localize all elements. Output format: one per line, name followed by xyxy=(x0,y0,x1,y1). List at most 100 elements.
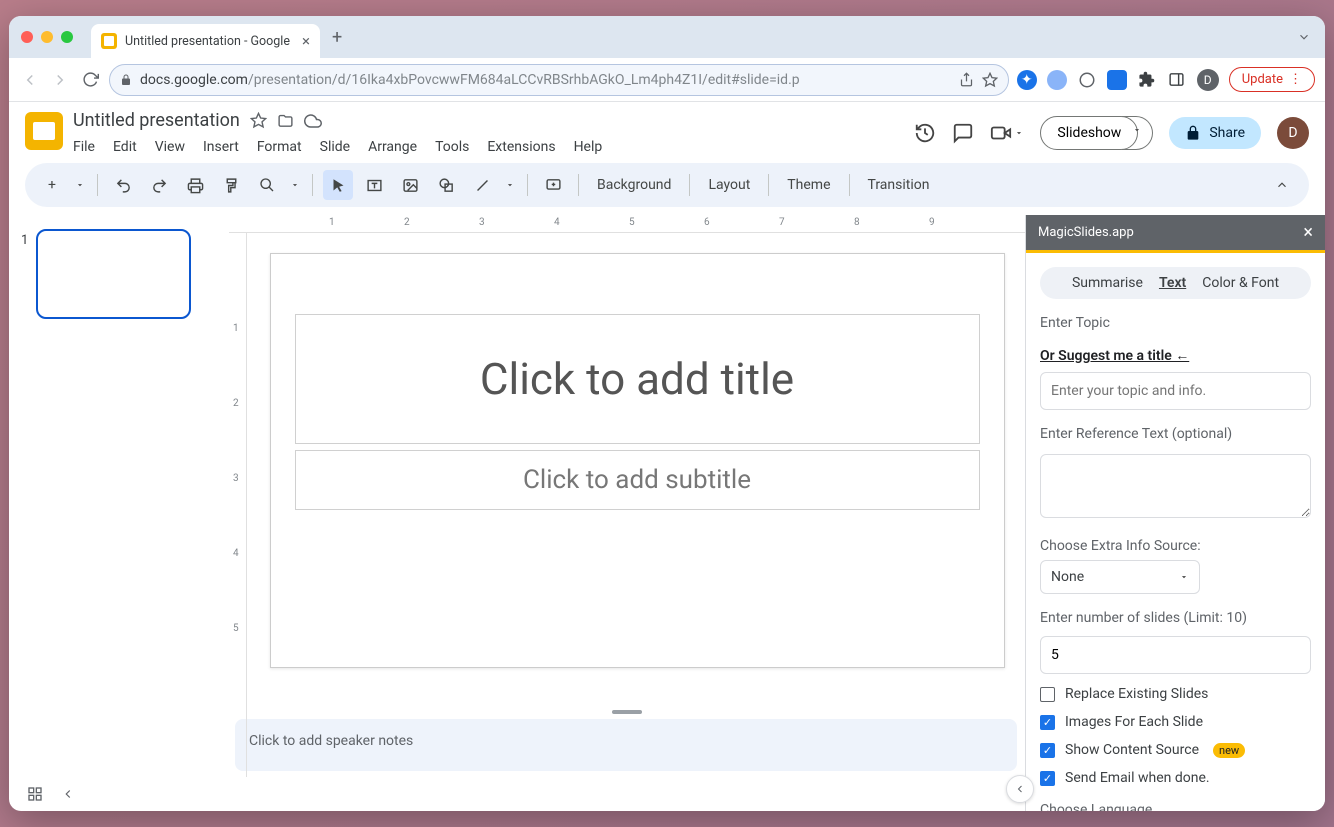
cloud-status-icon[interactable] xyxy=(304,112,322,130)
tab-text[interactable]: Text xyxy=(1159,275,1186,291)
theme-button[interactable]: Theme xyxy=(779,177,838,193)
shape-button[interactable] xyxy=(431,170,461,200)
bottom-toolbar xyxy=(9,777,1025,811)
extension-icon[interactable] xyxy=(1077,70,1097,90)
url-text: docs.google.com/presentation/d/16Ika4xbP… xyxy=(140,72,951,88)
star-icon[interactable] xyxy=(250,112,267,129)
tab-close-icon[interactable]: × xyxy=(302,32,310,50)
sidebar-collapse-handle[interactable] xyxy=(1006,775,1034,803)
prev-slide-button[interactable] xyxy=(61,787,75,801)
extension-icon[interactable] xyxy=(1047,70,1067,90)
addon-title: MagicSlides.app xyxy=(1038,225,1134,240)
browser-tab[interactable]: Untitled presentation - Google × xyxy=(91,24,320,58)
explore-grid-icon[interactable] xyxy=(27,786,43,802)
redo-button[interactable] xyxy=(144,170,174,200)
line-dropdown[interactable] xyxy=(503,170,517,200)
replace-slides-checkbox[interactable] xyxy=(1040,687,1055,702)
email-checkbox[interactable]: ✓ xyxy=(1040,771,1055,786)
meet-video-icon[interactable] xyxy=(990,122,1024,144)
omnibox[interactable]: docs.google.com/presentation/d/16Ika4xbP… xyxy=(109,64,1009,96)
paint-format-button[interactable] xyxy=(216,170,246,200)
menu-help[interactable]: Help xyxy=(574,139,603,155)
menu-edit[interactable]: Edit xyxy=(113,139,137,155)
title-placeholder[interactable]: Click to add title xyxy=(295,314,980,444)
source-select[interactable]: None xyxy=(1040,560,1200,594)
new-tab-button[interactable]: + xyxy=(332,27,342,48)
browser-update-button[interactable]: Update⋮ xyxy=(1229,67,1315,92)
suggest-title-link[interactable]: Or Suggest me a title ← xyxy=(1040,347,1189,364)
menu-extensions[interactable]: Extensions xyxy=(487,139,555,155)
replace-slides-label: Replace Existing Slides xyxy=(1065,686,1208,702)
new-slide-button[interactable]: + xyxy=(37,170,67,200)
share-button[interactable]: Share xyxy=(1169,117,1261,149)
text-box-button[interactable] xyxy=(359,170,389,200)
nav-forward-button[interactable] xyxy=(49,69,71,91)
undo-button[interactable] xyxy=(108,170,138,200)
images-label: Images For Each Slide xyxy=(1065,714,1203,730)
extensions-puzzle-icon[interactable] xyxy=(1137,70,1157,90)
nav-reload-button[interactable] xyxy=(79,69,101,91)
history-icon[interactable] xyxy=(914,122,936,144)
toolbar-collapse-button[interactable] xyxy=(1267,170,1297,200)
addon-tabs: Summarise Text Color & Font xyxy=(1040,267,1311,299)
bookmark-star-icon[interactable] xyxy=(982,72,998,88)
share-page-icon[interactable] xyxy=(959,72,974,87)
line-button[interactable] xyxy=(467,170,497,200)
filmstrip: 1 xyxy=(9,215,229,777)
transition-button[interactable]: Transition xyxy=(860,177,938,193)
sidepanel-icon[interactable] xyxy=(1167,70,1187,90)
menu-tools[interactable]: Tools xyxy=(435,139,469,155)
reference-label: Enter Reference Text (optional) xyxy=(1040,426,1311,442)
browser-profile-avatar[interactable]: D xyxy=(1197,69,1219,91)
canvas-area: 123456789 12345 Click to add title Click… xyxy=(229,215,1025,777)
menu-view[interactable]: View xyxy=(155,139,185,155)
tab-summarise[interactable]: Summarise xyxy=(1072,275,1143,291)
new-slide-dropdown[interactable] xyxy=(73,170,87,200)
extension-icon[interactable] xyxy=(1107,70,1127,90)
numslides-label: Enter number of slides (Limit: 10) xyxy=(1040,610,1311,626)
image-button[interactable] xyxy=(395,170,425,200)
tab-color-font[interactable]: Color & Font xyxy=(1202,275,1279,291)
nav-back-button[interactable] xyxy=(19,69,41,91)
zoom-dropdown[interactable] xyxy=(288,170,302,200)
speaker-notes[interactable]: Click to add speaker notes xyxy=(235,719,1017,771)
layout-button[interactable]: Layout xyxy=(700,177,758,193)
document-title[interactable]: Untitled presentation xyxy=(73,110,240,131)
slide-number: 1 xyxy=(21,233,28,763)
window-maximize-icon[interactable] xyxy=(61,31,73,43)
menu-file[interactable]: File xyxy=(73,139,95,155)
extension-icon[interactable]: ✦ xyxy=(1017,70,1037,90)
addon-sidebar: MagicSlides.app × Summarise Text Color &… xyxy=(1025,215,1325,811)
reference-textarea[interactable] xyxy=(1040,454,1311,518)
subtitle-placeholder[interactable]: Click to add subtitle xyxy=(295,450,980,510)
window-close-icon[interactable] xyxy=(21,31,33,43)
slide-thumbnail[interactable] xyxy=(36,229,191,319)
email-label: Send Email when done. xyxy=(1065,770,1210,786)
slide-canvas[interactable]: Click to add title Click to add subtitle xyxy=(270,253,1005,668)
move-folder-icon[interactable] xyxy=(277,112,294,129)
comment-add-button[interactable] xyxy=(538,170,568,200)
speaker-notes-resize-handle[interactable] xyxy=(229,705,1025,719)
numslides-input[interactable] xyxy=(1040,636,1311,674)
topic-input[interactable] xyxy=(1040,372,1311,410)
tabs-overflow-icon[interactable] xyxy=(1297,30,1311,44)
account-avatar[interactable]: D xyxy=(1277,117,1309,149)
window-minimize-icon[interactable] xyxy=(41,31,53,43)
addon-close-icon[interactable]: × xyxy=(1303,222,1313,243)
select-tool-button[interactable] xyxy=(323,170,353,200)
chevron-down-icon xyxy=(1179,572,1189,582)
menu-slide[interactable]: Slide xyxy=(320,139,350,155)
zoom-button[interactable] xyxy=(252,170,282,200)
menu-arrange[interactable]: Arrange xyxy=(368,139,417,155)
content-source-checkbox[interactable]: ✓ xyxy=(1040,743,1055,758)
background-button[interactable]: Background xyxy=(589,177,679,193)
language-label: Choose Language xyxy=(1040,802,1311,811)
slides-logo-icon[interactable] xyxy=(25,112,63,150)
menu-insert[interactable]: Insert xyxy=(203,139,239,155)
comments-icon[interactable] xyxy=(952,122,974,144)
print-button[interactable] xyxy=(180,170,210,200)
lock-icon xyxy=(1185,125,1201,141)
images-checkbox[interactable]: ✓ xyxy=(1040,715,1055,730)
slideshow-dropdown[interactable] xyxy=(1122,116,1153,150)
menu-format[interactable]: Format xyxy=(257,139,302,155)
